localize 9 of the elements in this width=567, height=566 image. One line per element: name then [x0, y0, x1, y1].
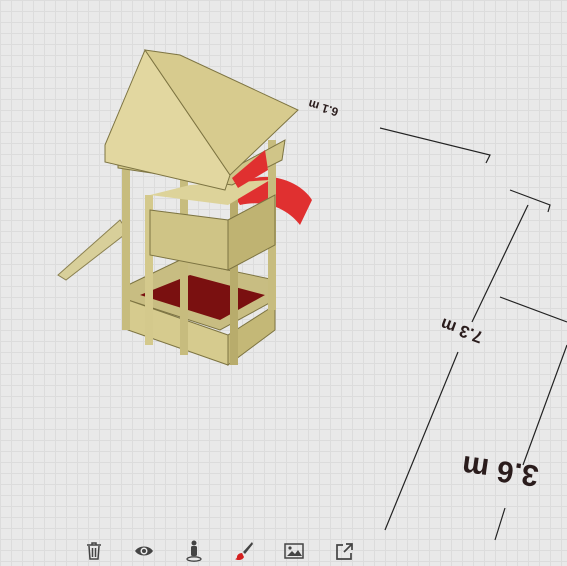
person-icon	[186, 540, 202, 562]
dimension-label: 7.3 m	[438, 315, 486, 346]
image-icon	[284, 543, 304, 559]
dimension-label: 3.6 m	[460, 450, 540, 490]
paintbrush-icon	[234, 541, 254, 561]
external-link-icon	[334, 542, 354, 560]
trash-icon	[86, 542, 102, 560]
dimension-label: 6.1 m	[306, 98, 340, 118]
eye-icon	[134, 545, 154, 557]
